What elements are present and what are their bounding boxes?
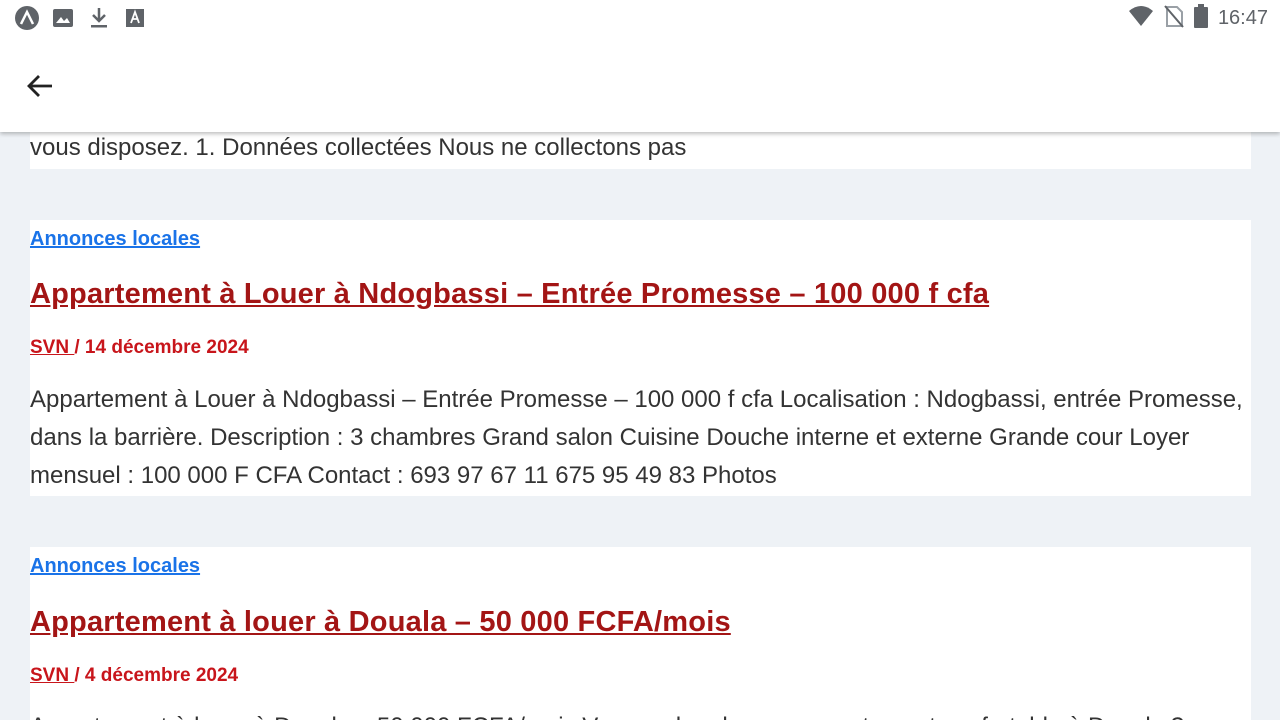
arrow-left-icon [27, 75, 52, 97]
post-date: 14 décembre 2024 [84, 337, 249, 358]
download-icon [86, 5, 112, 31]
system-icons: 16:47 [1128, 3, 1268, 33]
post-title-link[interactable]: Appartement à Louer à Ndogbassi – Entrée… [30, 278, 989, 311]
post-excerpt: Appartement à Louer à Ndogbassi – Entrée… [30, 386, 1243, 489]
post-category-link[interactable]: Annonces locales [30, 228, 200, 251]
image-icon [50, 5, 76, 31]
post-meta: SVN / 14 décembre 2024 [30, 337, 249, 359]
battery-icon [1193, 3, 1208, 33]
clock: 16:47 [1217, 6, 1268, 29]
post-excerpt: Appartement à louer à Douala – 50 000 FC… [30, 708, 1251, 720]
post-card: Annonces locales Appartement à Louer à N… [30, 220, 1251, 496]
post-category-link[interactable]: Annonces locales [30, 555, 200, 578]
back-button[interactable] [22, 68, 58, 104]
app-logo-icon [14, 5, 40, 31]
status-bar: 16:47 [0, 0, 1280, 36]
post-meta: SVN / 4 décembre 2024 [30, 665, 238, 687]
app-bar [0, 36, 1280, 132]
post-author-link[interactable]: SVN [30, 665, 74, 686]
post-card: Annonces locales Appartement à louer à D… [30, 547, 1251, 720]
post-date: 4 décembre 2024 [84, 665, 239, 686]
notification-icons [14, 5, 148, 31]
meta-separator: / [74, 665, 85, 686]
post-title-link[interactable]: Appartement à louer à Douala – 50 000 FC… [30, 606, 731, 639]
no-sim-icon [1164, 4, 1184, 33]
font-icon [122, 5, 148, 31]
wifi-icon [1128, 5, 1154, 32]
post-excerpt: vous disposez. 1. Données collectées Nou… [30, 134, 687, 161]
post-author-link[interactable]: SVN [30, 337, 74, 358]
meta-separator: / [74, 337, 85, 358]
